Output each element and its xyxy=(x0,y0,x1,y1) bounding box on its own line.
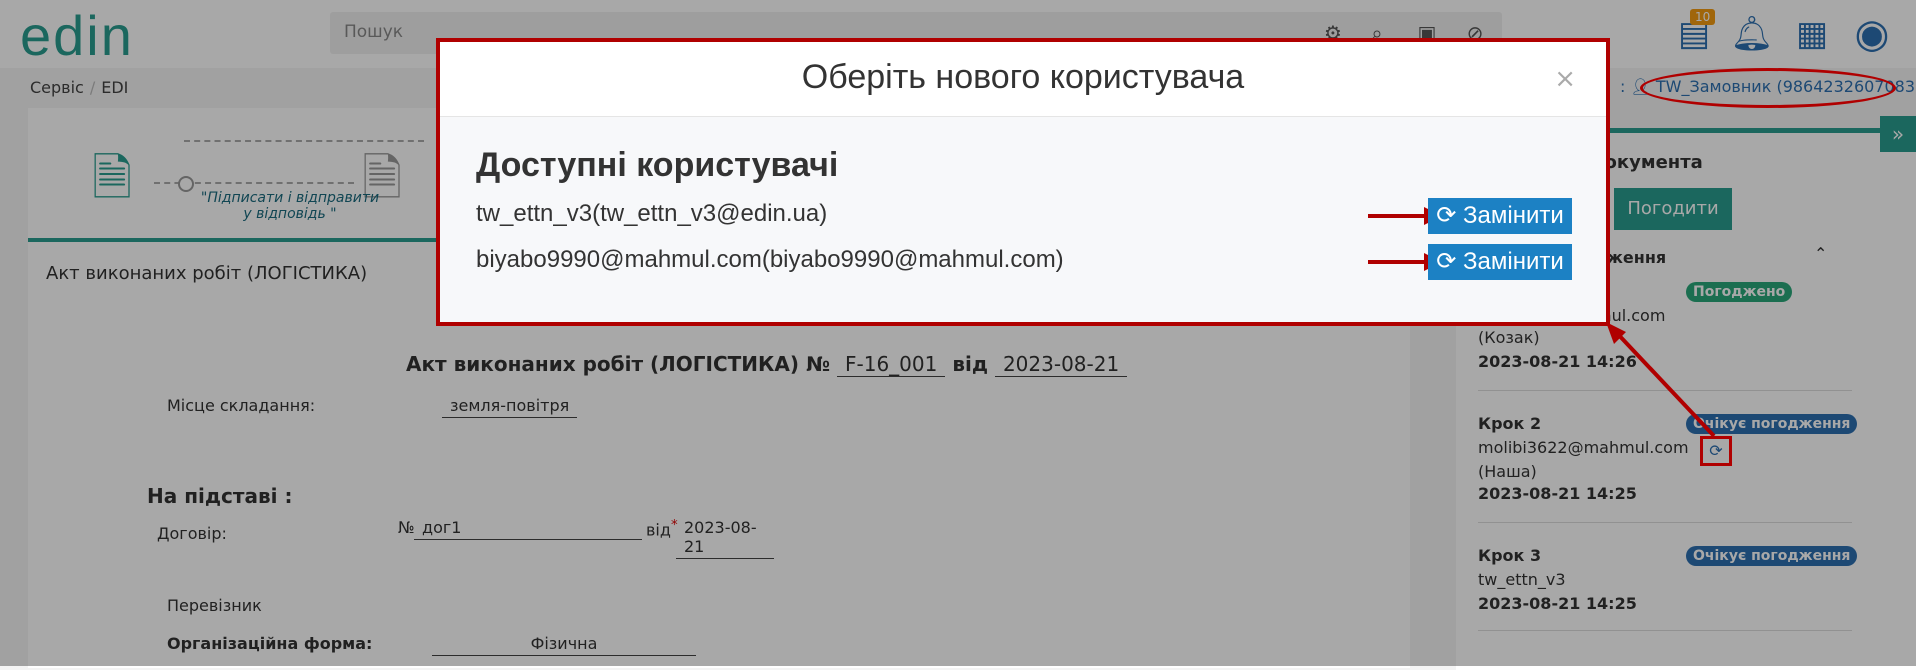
close-icon[interactable]: × xyxy=(1554,64,1576,94)
refresh-icon: ⟳ xyxy=(1436,248,1457,275)
available-users-title: Доступні користувачі xyxy=(476,146,839,184)
annotation-arrow xyxy=(1606,322,1716,438)
user-option-2: biyabo9990@mahmul.com(biyabo9990@mahmul.… xyxy=(476,246,1064,273)
annotation-arrow xyxy=(1368,260,1428,264)
current-user-highlight xyxy=(1640,68,1896,108)
replace-user-button-2[interactable]: ⟳ Замінити xyxy=(1428,244,1572,280)
replace-icon-highlight xyxy=(1700,436,1732,466)
modal-title: Оберіть нового користувача xyxy=(801,58,1245,96)
annotation-arrow xyxy=(1368,214,1428,218)
replace-user-button-1[interactable]: ⟳ Замінити xyxy=(1428,198,1572,234)
user-option-1: tw_ettn_v3(tw_ettn_v3@edin.ua) xyxy=(476,200,828,227)
modal-header: Оберіть нового користувача × xyxy=(440,42,1606,117)
refresh-icon: ⟳ xyxy=(1436,202,1457,229)
